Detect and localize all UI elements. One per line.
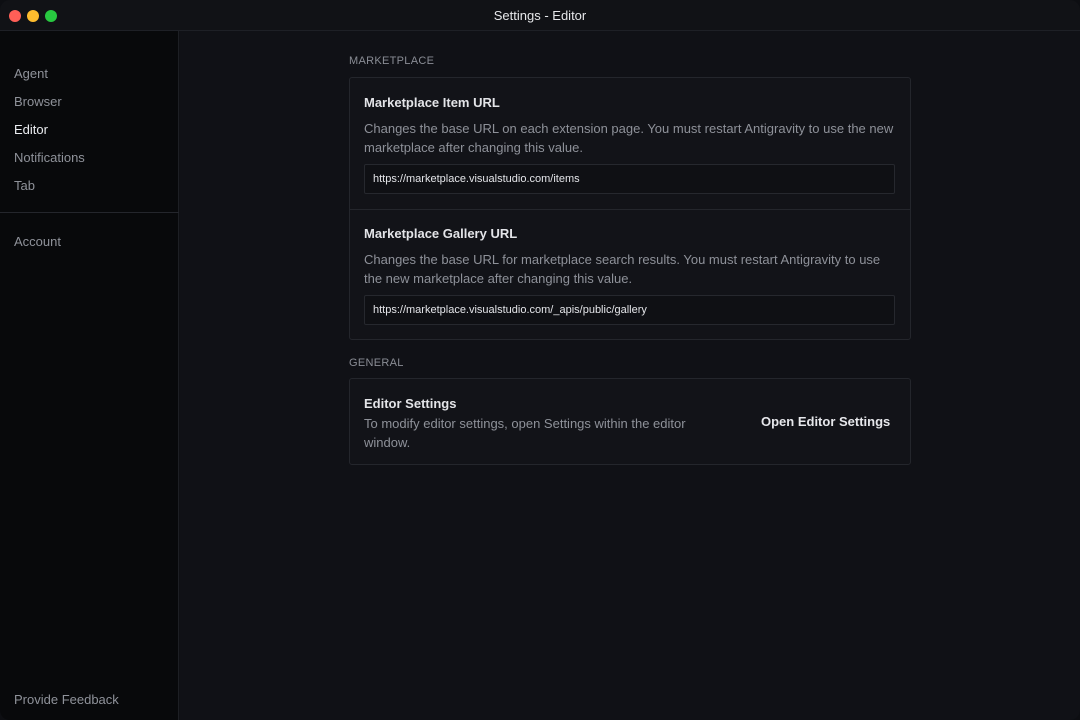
setting-description-editor-settings: To modify editor settings, open Settings… (364, 416, 686, 450)
setting-title-item-url: Marketplace Item URL (364, 95, 500, 110)
marketplace-item-url-input[interactable] (364, 164, 895, 194)
provide-feedback-link[interactable]: Provide Feedback (14, 692, 119, 707)
sidebar-item-agent[interactable]: Agent (14, 66, 48, 81)
sidebar-item-editor[interactable]: Editor (14, 122, 48, 137)
setting-title-editor-settings: Editor Settings (364, 396, 457, 411)
settings-sidebar: Agent Browser Editor Notifications Tab A… (0, 31, 179, 720)
marketplace-card: Marketplace Item URL Changes the base UR… (349, 77, 911, 340)
section-label-marketplace: MARKETPLACE (349, 55, 435, 67)
section-label-general: GENERAL (349, 357, 404, 369)
setting-description-item-url: Changes the base URL on each extension p… (364, 121, 894, 155)
general-card: Editor Settings To modify editor setting… (349, 378, 911, 465)
setting-title-gallery-url: Marketplace Gallery URL (364, 226, 518, 241)
sidebar-divider (0, 212, 179, 213)
setting-row-gallery-url: Marketplace Gallery URL Changes the base… (350, 210, 910, 341)
marketplace-gallery-url-input[interactable] (364, 295, 895, 325)
sidebar-item-browser[interactable]: Browser (14, 94, 62, 109)
title-bar: Settings - Editor (0, 0, 1080, 31)
setting-description-gallery-url: Changes the base URL for marketplace sea… (364, 252, 881, 286)
sidebar-item-notifications[interactable]: Notifications (14, 150, 85, 165)
sidebar-item-account[interactable]: Account (14, 234, 61, 249)
sidebar-item-tab[interactable]: Tab (14, 178, 35, 193)
open-editor-settings-button[interactable]: Open Editor Settings (761, 414, 890, 429)
settings-content: MARKETPLACE Marketplace Item URL Changes… (180, 31, 1080, 720)
settings-window: Settings - Editor Agent Browser Editor N… (0, 0, 1080, 720)
setting-row-item-url: Marketplace Item URL Changes the base UR… (350, 78, 910, 209)
window-title: Settings - Editor (493, 8, 587, 23)
